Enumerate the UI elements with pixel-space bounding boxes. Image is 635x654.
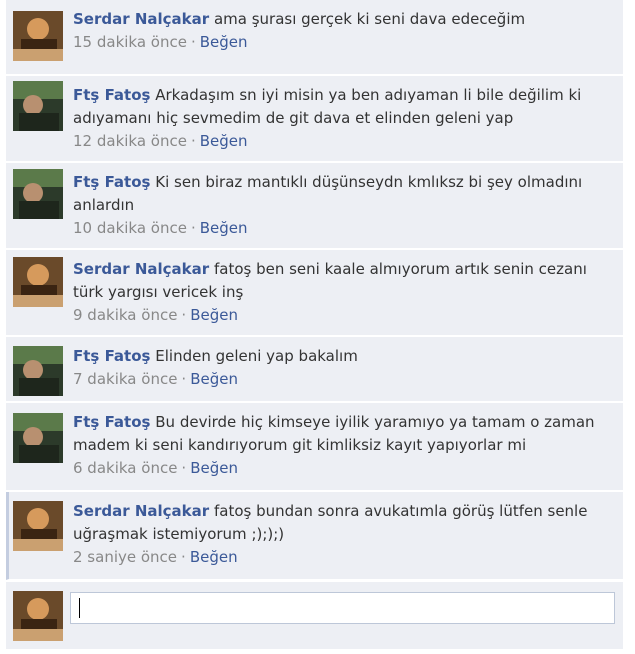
comment-time[interactable]: 7 dakika önce (73, 370, 177, 388)
meta-separator: · (181, 370, 187, 388)
comment-text: ama şurası gerçek ki seni dava edeceğim (213, 10, 526, 28)
avatar[interactable] (13, 257, 63, 307)
comment-item: Ftş Fatoş Bu devirde hiç kimseye iyilik … (6, 403, 623, 491)
like-link[interactable]: Beğen (200, 219, 248, 237)
like-link[interactable]: Beğen (190, 548, 238, 566)
comment-time[interactable]: 15 dakika önce (73, 33, 187, 51)
avatar[interactable] (13, 169, 63, 219)
like-link[interactable]: Beğen (200, 132, 248, 150)
comment-text: Elinden geleni yap bakalım (155, 347, 358, 365)
like-link[interactable]: Beğen (200, 33, 248, 51)
comment-time[interactable]: 10 dakika önce (73, 219, 187, 237)
avatar[interactable] (13, 11, 63, 61)
avatar[interactable] (13, 413, 63, 463)
comment-time[interactable]: 12 dakika önce (73, 132, 187, 150)
comment-item: Serdar Nalçakar fatoş bundan sonra avuka… (6, 492, 623, 580)
meta-separator: · (181, 459, 187, 477)
comment-item: Ftş Fatoş Ki sen biraz mantıklı düşünsey… (6, 163, 623, 249)
like-link[interactable]: Beğen (190, 459, 238, 477)
meta-separator: · (181, 548, 186, 566)
comment-input[interactable] (70, 592, 615, 624)
avatar[interactable] (13, 346, 63, 396)
avatar[interactable] (13, 81, 63, 131)
comment-time[interactable]: 6 dakika önce (73, 459, 177, 477)
avatar[interactable] (13, 501, 63, 551)
like-link[interactable]: Beğen (190, 370, 238, 388)
comment-author[interactable]: Ftş Fatoş (73, 173, 150, 191)
avatar (13, 591, 63, 641)
comment-author[interactable]: Serdar Nalçakar (73, 260, 209, 278)
comment-item: Serdar Nalçakar fatoş ben seni kaale alm… (6, 250, 623, 336)
text-cursor (79, 598, 80, 618)
comment-text: Bu devirde hiç kimseye iyilik yaramıyo y… (73, 413, 595, 454)
comment-author[interactable]: Ftş Fatoş (73, 413, 150, 431)
comment-compose (6, 582, 623, 650)
comment-author[interactable]: Ftş Fatoş (73, 347, 150, 365)
comment-item: Serdar Nalçakar ama şurası gerçek ki sen… (6, 0, 623, 75)
meta-separator: · (190, 33, 196, 51)
meta-separator: · (190, 219, 196, 237)
meta-separator: · (190, 132, 196, 150)
comment-author[interactable]: Serdar Nalçakar (73, 10, 209, 28)
comment-author[interactable]: Serdar Nalçakar (73, 502, 209, 520)
comment-time[interactable]: 2 saniye önce (73, 548, 177, 566)
comment-text: Ki sen biraz mantıklı düşünseydn kmlıksz… (73, 173, 583, 214)
comment-item: Ftş Fatoş Elinden geleni yap bakalım 7 d… (6, 337, 623, 402)
comment-text: Arkadaşım sn iyi misin ya ben adıyaman l… (73, 86, 582, 127)
meta-separator: · (181, 306, 187, 324)
comment-time[interactable]: 9 dakika önce (73, 306, 177, 324)
comment-author[interactable]: Ftş Fatoş (73, 86, 150, 104)
comment-item: Ftş Fatoş Arkadaşım sn iyi misin ya ben … (6, 76, 623, 162)
like-link[interactable]: Beğen (190, 306, 238, 324)
